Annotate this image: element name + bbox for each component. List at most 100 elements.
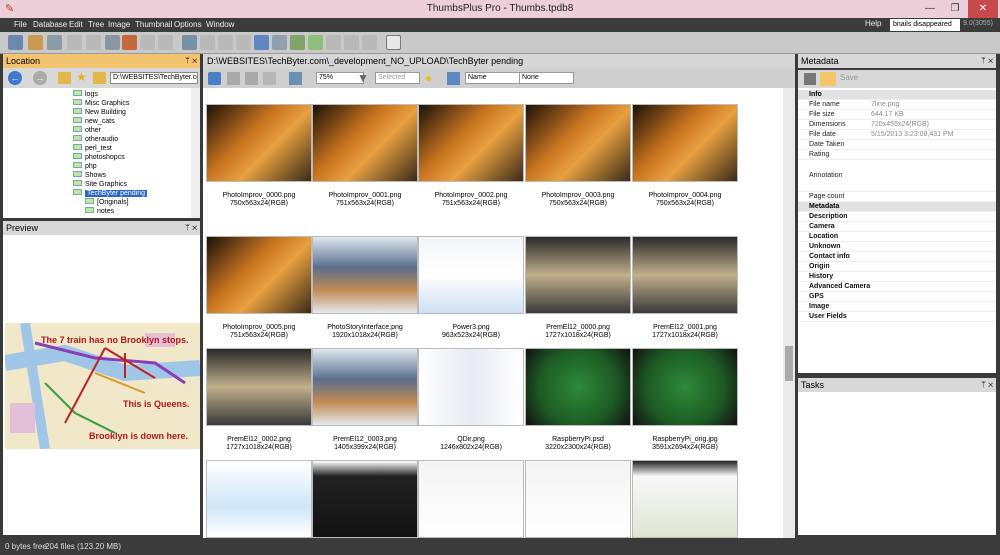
tool-icon[interactable] xyxy=(236,35,251,50)
metadata-subsection[interactable]: Contact info xyxy=(798,252,996,262)
menu-thumbnail[interactable]: Thumbnail xyxy=(135,19,172,31)
metadata-subsection[interactable]: Advanced Camera xyxy=(798,282,996,292)
tree-item[interactable]: other xyxy=(73,126,101,135)
tree-item[interactable]: Site Graphics xyxy=(73,180,127,189)
tree-item[interactable]: logs xyxy=(73,90,98,99)
metadata-subsection[interactable]: Image xyxy=(798,302,996,312)
filter-icon[interactable]: ▼ xyxy=(357,71,369,85)
tag-icon[interactable] xyxy=(245,72,258,85)
tool-icon[interactable] xyxy=(308,35,323,50)
edit-icon[interactable] xyxy=(804,73,816,85)
thumbnail-item[interactable]: PremEl12_0000.png 1727x1018x24(RGB) xyxy=(525,236,631,339)
tree-item-selected[interactable]: TechByter pending xyxy=(73,189,147,198)
tool-icon[interactable] xyxy=(290,35,305,50)
metadata-subsection[interactable]: Description xyxy=(798,212,996,222)
tool-icon[interactable] xyxy=(122,35,137,50)
tool-icon[interactable] xyxy=(272,35,287,50)
tree-item[interactable]: New Building xyxy=(73,108,126,117)
thumbnail-image[interactable] xyxy=(525,460,631,538)
close-button[interactable]: ✕ xyxy=(968,0,998,18)
group-select[interactable]: None xyxy=(519,72,574,84)
thumbnail-image[interactable] xyxy=(206,460,312,538)
tag-icon[interactable] xyxy=(227,72,240,85)
folder-icon[interactable] xyxy=(93,72,106,84)
maximize-button[interactable]: ❐ xyxy=(945,0,965,18)
help-label[interactable]: Help xyxy=(865,19,881,28)
lightbulb-icon[interactable]: ● xyxy=(425,71,432,85)
thumbnail-item[interactable]: PhotoImprov_0000.png 750x563x24(RGB) xyxy=(206,104,312,207)
thumbnail-item[interactable]: PremEl12_0002.png 1727x1018x24(RGB) xyxy=(206,348,312,451)
thumbnail-image[interactable] xyxy=(418,460,524,538)
thumbnail-image[interactable] xyxy=(206,236,312,314)
tool-icon[interactable] xyxy=(67,35,82,50)
tree-item[interactable]: Misc Graphics xyxy=(73,99,129,108)
tool-icon[interactable] xyxy=(28,35,43,50)
tool-icon[interactable] xyxy=(200,35,215,50)
thumbnail-image[interactable] xyxy=(525,104,631,182)
metadata-row[interactable]: File name 7line.png xyxy=(798,100,996,110)
thumbnail-image[interactable] xyxy=(632,460,738,538)
thumbnail-image[interactable] xyxy=(312,236,418,314)
tool-icon[interactable] xyxy=(158,35,173,50)
back-icon[interactable]: ← xyxy=(8,71,22,85)
thumbnail-item[interactable]: RaspberryPi_orig.jpg 3591x2694x24(RGB) xyxy=(632,348,738,451)
thumbnail-item[interactable] xyxy=(525,460,631,538)
folder-icon[interactable] xyxy=(820,72,836,86)
tree-item[interactable]: php xyxy=(73,162,97,171)
tool-icon[interactable] xyxy=(254,35,269,50)
tool-icon[interactable] xyxy=(47,35,62,50)
thumbnail-item[interactable]: QDir.png 1246x802x24(RGB) xyxy=(418,348,524,451)
thumbnail-image[interactable] xyxy=(525,236,631,314)
forward-icon[interactable]: → xyxy=(33,71,47,85)
pin-icon[interactable]: ᛘ ✕ xyxy=(981,378,993,392)
selection-select[interactable]: Selected xyxy=(375,72,420,84)
tool-icon[interactable] xyxy=(326,35,341,50)
metadata-subsection[interactable]: Unknown xyxy=(798,242,996,252)
thumbnail-image[interactable] xyxy=(418,236,524,314)
thumbnail-image[interactable] xyxy=(206,104,312,182)
thumbnail-item[interactable]: PhotoImprov_0001.png 751x563x24(RGB) xyxy=(312,104,418,207)
metadata-row[interactable]: File date 5/15/2013 3:23:08,431 PM xyxy=(798,130,996,140)
view-icon[interactable] xyxy=(263,72,276,85)
tool-icon[interactable] xyxy=(182,35,197,50)
thumbnail-image[interactable] xyxy=(632,104,738,182)
metadata-row[interactable]: Dimensions 720x455x24(RGB) xyxy=(798,120,996,130)
thumbnail-item[interactable]: RaspberryPi.psd 3220x2300x24(RGB) xyxy=(525,348,631,451)
thumbnail-image[interactable] xyxy=(632,348,738,426)
scroll-thumb[interactable] xyxy=(785,346,793,381)
thumbnail-scrollbar[interactable] xyxy=(783,88,795,540)
thumbnail-item[interactable]: PhotoImprov_0005.png 751x563x24(RGB) xyxy=(206,236,312,339)
tree-item[interactable]: perl_test xyxy=(73,144,112,153)
thumbnail-item[interactable]: PhotoImprov_0002.png 751x563x24(RGB) xyxy=(418,104,524,207)
tree-item[interactable]: Shows xyxy=(73,171,106,180)
metadata-section-metadata[interactable]: Metadata xyxy=(798,202,996,212)
folder-up-icon[interactable] xyxy=(58,72,71,84)
tool-icon[interactable] xyxy=(344,35,359,50)
pin-icon[interactable]: ᛘ ✕ xyxy=(981,54,993,68)
thumbnail-item[interactable]: PhotoImprov_0003.png 750x563x24(RGB) xyxy=(525,104,631,207)
favorite-star-icon[interactable]: ★ xyxy=(76,70,87,84)
menu-file[interactable]: File xyxy=(14,19,27,31)
refresh-icon[interactable] xyxy=(208,72,221,85)
menu-edit[interactable]: Edit xyxy=(69,19,83,31)
tool-icon[interactable] xyxy=(218,35,233,50)
minimize-button[interactable]: — xyxy=(920,0,940,18)
thumbnail-item[interactable] xyxy=(418,460,524,538)
tool-icon[interactable] xyxy=(386,35,401,50)
view-mode-icon[interactable] xyxy=(289,72,302,85)
thumbnail-item[interactable] xyxy=(632,460,738,538)
menu-options[interactable]: Options xyxy=(174,19,202,31)
metadata-subsection[interactable]: GPS xyxy=(798,292,996,302)
thumbnail-image[interactable] xyxy=(312,104,418,182)
tree-item[interactable]: new_cats xyxy=(73,117,115,126)
thumbnail-image[interactable] xyxy=(525,348,631,426)
tool-icon[interactable] xyxy=(362,35,377,50)
metadata-subsection[interactable]: Camera xyxy=(798,222,996,232)
thumbnail-image[interactable] xyxy=(312,348,418,426)
save-button[interactable]: Save xyxy=(840,73,858,82)
menu-image[interactable]: Image xyxy=(108,19,130,31)
tree-scrollbar[interactable] xyxy=(191,88,200,218)
metadata-subsection[interactable]: Origin xyxy=(798,262,996,272)
thumbnail-image[interactable] xyxy=(418,348,524,426)
metadata-subsection[interactable]: History xyxy=(798,272,996,282)
